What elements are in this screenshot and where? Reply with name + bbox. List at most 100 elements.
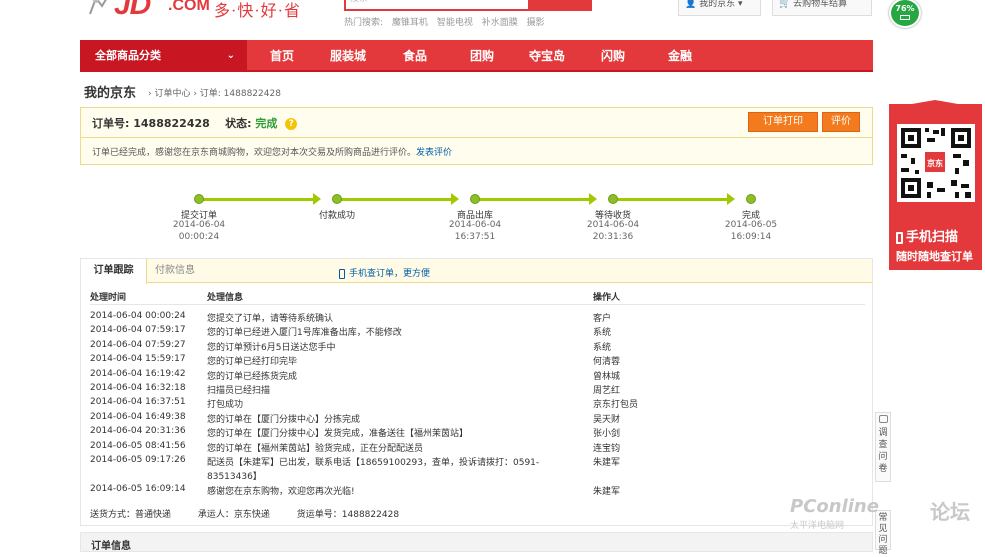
row-operator: 何清蓉 — [593, 357, 621, 368]
nav-item-group[interactable]: 团购 — [470, 40, 494, 72]
search-input[interactable]: 搜索 — [344, 0, 530, 11]
progress-dot — [608, 194, 618, 204]
header-operator: 操作人 — [593, 293, 621, 303]
row-info: 打包成功 — [207, 400, 244, 411]
jd-badge: 京东 — [923, 150, 947, 174]
row-operator: 京东打包员 — [593, 400, 639, 411]
my-jd-label: 我的京东 — [699, 0, 736, 9]
mobile-link-text: 手机查订单，更方便 — [349, 269, 431, 279]
search-button[interactable]: 搜索 — [530, 0, 592, 11]
category-menu[interactable]: 全部商品分类 ⌄ — [80, 40, 247, 72]
mobile-order-link[interactable]: 手机查订单，更方便 — [339, 266, 430, 279]
row-info: 您的订单在【厦门分拨中心】分拣完成 — [207, 414, 361, 425]
row-operator: 朱建军 — [593, 458, 621, 468]
qr-line1: 手机扫描 — [906, 230, 959, 245]
hot-search: 热门搜索: 魔锥耳机 智能电视 补水面膜 摄影 — [344, 15, 551, 28]
carrier: 承运人：京东快递 — [197, 510, 270, 520]
cart-button[interactable]: 🛒 去购物车结算 — [772, 0, 872, 16]
phone-icon — [339, 268, 345, 279]
progress-dot — [332, 194, 342, 204]
hot-item[interactable]: 魔锥耳机 — [392, 18, 428, 28]
row-time: 2014-06-04 16:49:38 — [90, 411, 186, 422]
step-date: 2014-06-04 — [586, 220, 640, 230]
user-icon: 👤 — [685, 0, 700, 9]
phone-icon — [896, 231, 903, 244]
survey-button[interactable]: 调查问卷 — [875, 412, 891, 482]
tab-tracking[interactable]: 订单跟踪 — [81, 259, 147, 284]
help-icon[interactable]: ? — [285, 118, 298, 130]
row-time: 2014-06-04 07:59:27 — [90, 339, 186, 350]
row-time: 2014-06-05 09:17:26 — [90, 455, 186, 465]
order-message-text: 订单已经完成，感谢您在京东商城购物，欢迎您对本次交易及所购商品进行评价。 — [92, 148, 417, 158]
row-time: 2014-06-04 16:37:51 — [90, 397, 186, 408]
chevron-down-icon: ▾ — [737, 0, 743, 9]
progress-arrow-icon — [727, 193, 735, 205]
row-operator: 张小剑 — [593, 429, 621, 440]
nav-item-home[interactable]: 首页 — [270, 40, 294, 72]
hot-item[interactable]: 智能电视 — [437, 18, 473, 28]
step-date: 2014-06-05 — [724, 220, 778, 230]
row-info: 您的订单已经拣货完成 — [207, 371, 298, 382]
nav-item-food[interactable]: 食品 — [403, 40, 427, 72]
row-operator: 系统 — [593, 342, 612, 353]
order-number: 1488822428 — [133, 117, 210, 130]
row-info: 您提交了订单，请等待系统确认 — [207, 314, 334, 324]
row-info: 配送员【朱建军】已出发，联系电话【18659100293，查单，投诉请拨打：05… — [207, 458, 540, 468]
nav-item-finance[interactable]: 金融 — [668, 40, 692, 72]
logo-text: JD — [114, 0, 151, 21]
progress-dot — [746, 194, 756, 204]
progress-dot — [194, 194, 204, 204]
nav-item-flash[interactable]: 闪购 — [601, 40, 625, 72]
rate-link[interactable]: 发表评价 — [416, 148, 452, 158]
row-operator: 系统 — [593, 328, 612, 339]
cart-label: 去购物车结算 — [793, 0, 848, 9]
tab-payment[interactable]: 付款信息 — [147, 259, 203, 283]
row-operator: 吴天财 — [593, 414, 621, 425]
step-time: 20:31:36 — [592, 232, 634, 242]
order-summary: 订单号: 1488822428 状态: 完成 ? 订单打印 评价 订单已经完成，… — [80, 107, 873, 165]
waybill-number: 货运单号：1488822428 — [296, 510, 400, 520]
watermark-forum: 论坛 — [930, 500, 970, 524]
nav-item-clothing[interactable]: 服装城 — [330, 40, 366, 72]
step-date: 2014-06-04 — [172, 220, 226, 230]
step-time: 16:37:51 — [454, 232, 496, 242]
logo-suffix: .COM — [168, 0, 210, 14]
row-time: 2014-06-04 16:32:18 — [90, 383, 186, 393]
my-jd-button[interactable]: 👤 我的京东 ▾ — [678, 0, 761, 16]
survey-label: 调查问卷 — [878, 428, 888, 474]
row-time: 2014-06-05 16:09:14 — [90, 483, 186, 494]
chevron-down-icon: ⌄ — [226, 50, 235, 61]
ship-method: 送货方式：普通快递 — [90, 510, 172, 520]
status-label: 状态: — [225, 117, 252, 130]
row-time: 2014-06-04 15:59:17 — [90, 354, 186, 365]
row-time: 2014-06-05 08:41:56 — [90, 440, 186, 451]
divider — [90, 304, 865, 305]
nav-item-treasure[interactable]: 夺宝岛 — [529, 40, 565, 72]
hot-label: 热门搜索: — [344, 18, 384, 28]
step-date: 2014-06-04 — [448, 220, 502, 230]
row-operator: 曾林城 — [593, 371, 621, 382]
row-time: 2014-06-04 07:59:17 — [90, 325, 186, 336]
row-time: 2014-06-04 00:00:24 — [90, 311, 186, 321]
faq-label: 常见问题 — [878, 513, 888, 556]
order-header: 订单号: 1488822428 状态: 完成 ? — [92, 115, 298, 131]
step-time: 16:09:14 — [730, 232, 772, 242]
page-title[interactable]: 我的京东 — [84, 82, 136, 101]
hot-item[interactable]: 补水面膜 — [482, 18, 518, 28]
order-number-label: 订单号: — [92, 117, 130, 130]
status-badge: 完成 — [255, 117, 278, 130]
slogan: 多·快·好·省 — [214, 3, 301, 20]
rate-button[interactable]: 评价 — [822, 112, 860, 132]
progress-line — [479, 198, 589, 201]
divider — [81, 137, 872, 138]
row-operator: 朱建军 — [593, 486, 621, 497]
row-info: 您的订单在【厦门分拨中心】发货完成，准备送往【福州茉茵站】 — [207, 429, 469, 440]
hot-item[interactable]: 摄影 — [527, 18, 545, 28]
step-label: 付款成功 — [318, 211, 355, 221]
print-order-button[interactable]: 订单打印 — [748, 112, 818, 132]
row-info: 您的订单预计6月5日送达您手中 — [207, 342, 336, 353]
jd-mascot-icon — [89, 0, 107, 15]
progress-arrow-icon — [313, 193, 321, 205]
step-time: 00:00:24 — [178, 232, 220, 242]
row-time: 2014-06-04 20:31:36 — [90, 426, 186, 437]
